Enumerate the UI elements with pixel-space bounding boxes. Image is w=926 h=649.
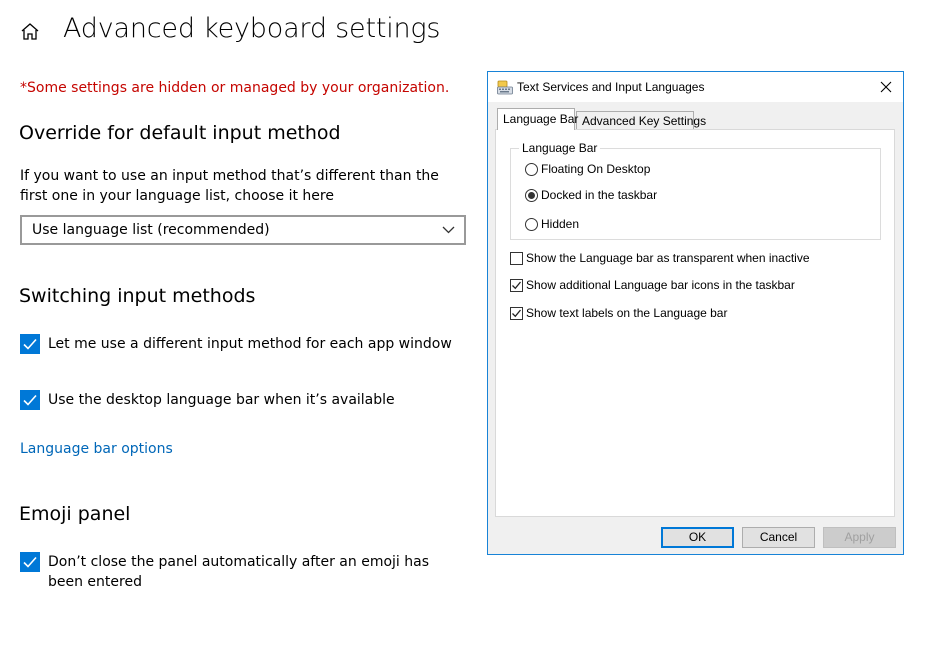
checkmark-icon bbox=[23, 556, 37, 568]
additional-icons-checkbox[interactable] bbox=[510, 279, 523, 292]
ok-button[interactable]: OK bbox=[661, 527, 734, 548]
home-icon[interactable] bbox=[20, 22, 40, 42]
close-icon bbox=[880, 81, 892, 93]
checkmark-icon bbox=[512, 309, 521, 318]
radio-hidden[interactable] bbox=[525, 218, 538, 231]
tab-advanced-key-settings[interactable]: Advanced Key Settings bbox=[576, 111, 706, 129]
radio-docked-in-taskbar[interactable] bbox=[525, 189, 538, 202]
dropdown-value: Use language list (recommended) bbox=[32, 222, 270, 238]
chevron-down-icon bbox=[442, 226, 455, 234]
additional-icons-label: Show additional Language bar icons in th… bbox=[526, 278, 795, 292]
checkmark-icon bbox=[23, 394, 37, 406]
radio-floating-on-desktop[interactable] bbox=[525, 163, 538, 176]
override-description: If you want to use an input method that’… bbox=[20, 168, 439, 204]
dialog-close-button[interactable] bbox=[869, 72, 903, 102]
desktop-language-bar-checkbox[interactable] bbox=[20, 390, 40, 410]
tab-language-bar-label: Language Bar bbox=[503, 112, 579, 126]
emoji-panel-checkbox[interactable] bbox=[20, 552, 40, 572]
transparent-inactive-label: Show the Language bar as transparent whe… bbox=[526, 251, 810, 265]
groupbox-label: Language Bar bbox=[519, 141, 601, 155]
language-bar-panel: Language Bar Floating On Desktop Docked … bbox=[495, 129, 895, 517]
emoji-panel-label: Don’t close the panel automatically afte… bbox=[48, 554, 429, 590]
desktop-language-bar-label: Use the desktop language bar when it’s a… bbox=[48, 392, 395, 408]
language-bar-options-link[interactable]: Language bar options bbox=[20, 441, 173, 457]
text-labels-checkbox[interactable] bbox=[510, 307, 523, 320]
keyboard-icon bbox=[497, 79, 513, 95]
per-app-input-label: Let me use a different input method for … bbox=[48, 336, 452, 352]
checkmark-icon bbox=[512, 281, 521, 290]
radio-floating-label: Floating On Desktop bbox=[541, 162, 651, 176]
dialog-title: Text Services and Input Languages bbox=[517, 80, 705, 94]
page-title: Advanced keyboard settings bbox=[63, 13, 441, 44]
apply-button[interactable]: Apply bbox=[823, 527, 896, 548]
text-labels-label: Show text labels on the Language bar bbox=[526, 306, 728, 320]
managed-warning: *Some settings are hidden or managed by … bbox=[20, 80, 450, 96]
override-heading: Override for default input method bbox=[19, 122, 341, 144]
dialog-titlebar[interactable]: Text Services and Input Languages bbox=[488, 72, 903, 102]
transparent-inactive-checkbox[interactable] bbox=[510, 252, 523, 265]
tab-advanced-key-settings-label: Advanced Key Settings bbox=[582, 114, 707, 128]
input-method-dropdown[interactable]: Use language list (recommended) bbox=[20, 215, 466, 245]
emoji-heading: Emoji panel bbox=[19, 503, 131, 525]
switching-heading: Switching input methods bbox=[19, 285, 256, 307]
checkmark-icon bbox=[23, 338, 37, 350]
tab-language-bar[interactable]: Language Bar bbox=[497, 108, 579, 130]
radio-docked-label: Docked in the taskbar bbox=[541, 188, 658, 202]
per-app-input-checkbox[interactable] bbox=[20, 334, 40, 354]
cancel-button[interactable]: Cancel bbox=[742, 527, 815, 548]
radio-hidden-label: Hidden bbox=[541, 217, 580, 231]
language-bar-groupbox: Language Bar Floating On Desktop Docked … bbox=[510, 141, 881, 240]
text-services-dialog: Text Services and Input Languages Langua… bbox=[487, 71, 904, 555]
